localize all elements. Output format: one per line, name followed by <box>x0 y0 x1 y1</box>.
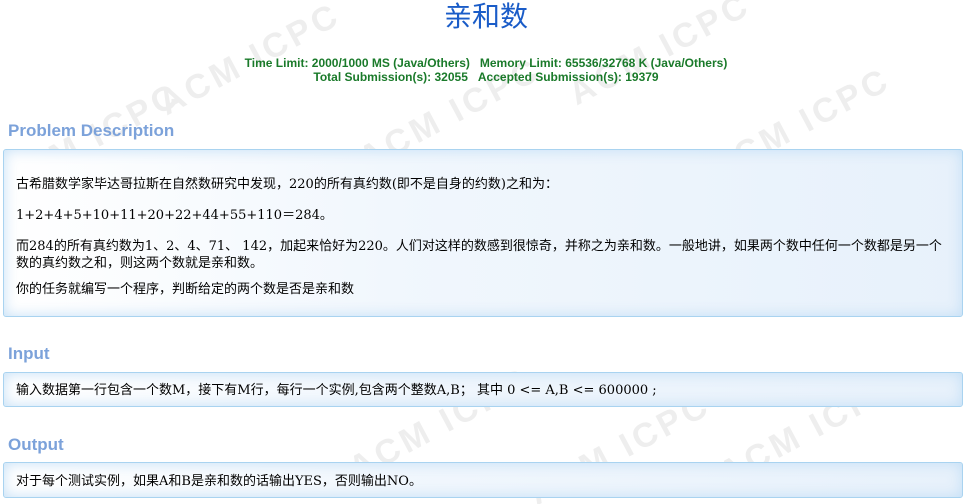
description-paragraph: 而284的所有真约数为1、2、4、71、 142，加起来恰好为220。人们对这样… <box>16 239 942 271</box>
total-submissions: Total Submission(s): 32055 <box>313 70 468 84</box>
section-heading-output: Output <box>8 435 64 454</box>
description-paragraph: 1+2+4+5+10+11+20+22+44+55+110＝284。 <box>16 208 333 223</box>
section-heading-input: Input <box>8 344 50 363</box>
limits-row-1: Time Limit: 2000/1000 MS (Java/Others) Me… <box>0 56 972 70</box>
input-text: 输入数据第一行包含一个数M，接下有M行，每行一个实例,包含两个整数A,B； 其中… <box>16 383 657 398</box>
accepted-submissions: Accepted Submission(s): 19379 <box>477 70 659 84</box>
memory-limit: Memory Limit: 65536/32768 K (Java/Others… <box>479 56 728 70</box>
time-limit: Time Limit: 2000/1000 MS (Java/Others) <box>244 56 470 70</box>
page-title: 亲和数 <box>443 0 528 33</box>
section-heading-description: Problem Description <box>8 121 175 140</box>
output-text: 对于每个测试实例，如果A和B是亲和数的话输出YES，否则输出NO。 <box>16 474 422 489</box>
problem-limits: Time Limit: 2000/1000 MS (Java/Others) Me… <box>0 56 972 84</box>
description-paragraph: 古希腊数学家毕达哥拉斯在自然数研究中发现，220的所有真约数(即不是自身的约数)… <box>16 177 558 192</box>
description-panel: 古希腊数学家毕达哥拉斯在自然数研究中发现，220的所有真约数(即不是自身的约数)… <box>3 149 963 317</box>
output-panel: 对于每个测试实例，如果A和B是亲和数的话输出YES，否则输出NO。 <box>3 462 963 498</box>
input-panel: 输入数据第一行包含一个数M，接下有M行，每行一个实例,包含两个整数A,B； 其中… <box>3 372 963 407</box>
description-paragraph: 你的任务就编写一个程序，判断给定的两个数是否是亲和数 <box>16 282 355 297</box>
limits-row-2: Total Submission(s): 32055 Accepted Submi… <box>0 70 972 84</box>
